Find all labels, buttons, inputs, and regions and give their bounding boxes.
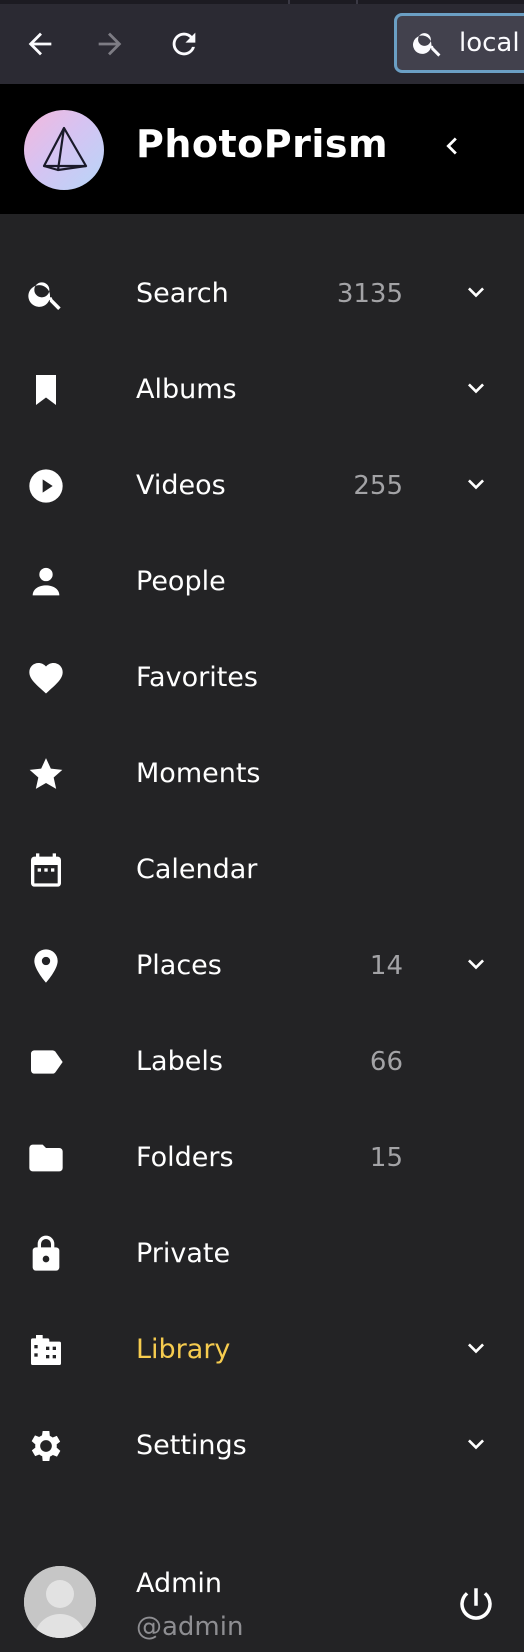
sidebar-item-favorites[interactable]: Favorites (0, 630, 524, 726)
logout-button[interactable] (454, 1582, 498, 1626)
tab-strip-edge (0, 0, 524, 4)
label-tag-icon (24, 1040, 68, 1084)
browser-toolbar (0, 0, 524, 84)
search-icon (24, 272, 68, 316)
sidebar-item-folders[interactable]: Folders 15 (0, 1110, 524, 1206)
sidebar-item-calendar[interactable]: Calendar (0, 822, 524, 918)
chevron-left-icon (446, 137, 457, 155)
power-icon (460, 1588, 492, 1620)
chevron-down-icon[interactable] (456, 464, 496, 504)
person-icon (24, 560, 68, 604)
sidebar-item-label: Folders (136, 1142, 234, 1173)
sidebar-item-people[interactable]: People (0, 534, 524, 630)
photoprism-triangle-logo (42, 126, 88, 172)
url-input[interactable] (459, 28, 524, 58)
collapse-sidebar-button[interactable] (432, 126, 472, 166)
film-library-icon (24, 1328, 68, 1372)
reload-button[interactable] (160, 20, 208, 68)
sidebar-item-label: Labels (136, 1046, 223, 1077)
sidebar-item-label: Videos (136, 470, 226, 501)
sidebar-item-label: People (136, 566, 226, 597)
user-handle: @admin (136, 1612, 244, 1642)
sidebar-nav: Search 3135 Albums Videos 255 People Fav… (0, 246, 524, 1494)
sidebar-item-albums[interactable]: Albums (0, 342, 524, 438)
back-arrow-icon (28, 32, 52, 56)
sidebar-item-settings[interactable]: Settings (0, 1398, 524, 1494)
sidebar-item-places[interactable]: Places 14 (0, 918, 524, 1014)
sidebar-item-moments[interactable]: Moments (0, 726, 524, 822)
sidebar-item-count: 3135 (336, 279, 403, 309)
avatar-silhouette-icon (24, 1566, 96, 1638)
lock-icon (24, 1232, 68, 1276)
folder-icon (24, 1136, 68, 1180)
sidebar-item-label: Places (136, 950, 222, 981)
sidebar-item-label: Private (136, 1238, 231, 1269)
user-name: Admin (136, 1568, 223, 1599)
app-header: PhotoPrism (0, 84, 524, 214)
user-panel: Admin @admin (0, 1552, 524, 1652)
chevron-down-icon[interactable] (456, 272, 496, 312)
sidebar-item-label: Search (136, 278, 229, 309)
star-icon (24, 752, 68, 796)
forward-button[interactable] (86, 20, 134, 68)
app-logo[interactable] (24, 110, 104, 190)
calendar-icon (24, 848, 68, 892)
sidebar-item-labels[interactable]: Labels 66 (0, 1014, 524, 1110)
search-icon (413, 33, 441, 57)
play-circle-icon (24, 464, 68, 508)
reload-icon (172, 32, 196, 56)
chevron-down-icon[interactable] (456, 1328, 496, 1368)
sidebar-item-label: Moments (136, 758, 261, 789)
sidebar-item-label: Albums (136, 374, 237, 405)
map-pin-icon (24, 944, 68, 988)
sidebar-item-videos[interactable]: Videos 255 (0, 438, 524, 534)
sidebar-item-search[interactable]: Search 3135 (0, 246, 524, 342)
sidebar-item-count: 14 (369, 951, 403, 981)
chevron-down-icon[interactable] (456, 944, 496, 984)
chevron-down-icon[interactable] (456, 368, 496, 408)
back-button[interactable] (16, 20, 64, 68)
forward-arrow-icon (98, 32, 122, 56)
sidebar-item-private[interactable]: Private (0, 1206, 524, 1302)
avatar[interactable] (24, 1566, 96, 1638)
app-title: PhotoPrism (136, 122, 389, 166)
sidebar-item-library[interactable]: Library (0, 1302, 524, 1398)
sidebar-item-label: Settings (136, 1430, 247, 1461)
gear-icon (24, 1424, 68, 1468)
sidebar-item-count: 66 (369, 1047, 403, 1077)
chevron-down-icon[interactable] (456, 1424, 496, 1464)
sidebar-item-label: Calendar (136, 854, 258, 885)
sidebar-item-count: 255 (353, 471, 403, 501)
url-bar[interactable] (394, 13, 524, 73)
heart-icon (24, 656, 68, 700)
bookmark-icon (24, 368, 68, 412)
sidebar-item-count: 15 (369, 1143, 403, 1173)
sidebar-item-label: Favorites (136, 662, 258, 693)
sidebar-item-label: Library (136, 1334, 231, 1365)
